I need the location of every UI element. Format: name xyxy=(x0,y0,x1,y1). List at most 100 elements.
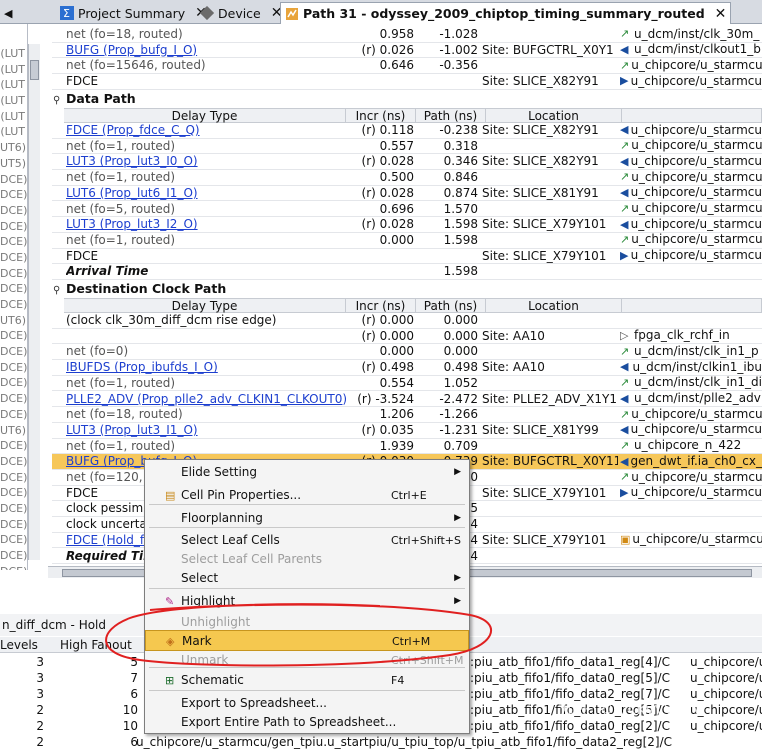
netlist-name[interactable]: u_chipcore/u_starmcu xyxy=(631,123,762,138)
collapse-icon[interactable]: ⚲ xyxy=(53,283,63,296)
netlist-cell[interactable]: ◀ u_dcm/inst/clkout1_b xyxy=(620,43,762,58)
netlist-name[interactable]: u_dcm/inst/clkout1_b xyxy=(634,43,761,58)
netlist-cell[interactable]: ◀ u_chipcore/u_starmcu xyxy=(620,423,762,438)
tab-scroll-left-button[interactable]: ◀ xyxy=(0,2,16,24)
netlist-name[interactable]: u_dcm/inst/clk_in1_di xyxy=(634,376,762,391)
delay-type-cell[interactable]: LUT3 (Prop_lut3_I1_O) xyxy=(66,423,346,438)
menu-item-schematic[interactable]: ⊞ Schematic F4 xyxy=(145,670,469,691)
netlist-name[interactable]: u_chipcore/u_starmcu xyxy=(631,423,762,438)
netlist-cell[interactable]: ↗ u_chipcore/u_starmcu xyxy=(620,58,762,73)
netlist-cell[interactable]: ↗ u_chipcore/u_starmcu xyxy=(620,233,762,248)
netlist-cell[interactable]: ↗ u_chipcore_n_422 xyxy=(620,439,762,454)
table-row[interactable]: Arrival Time 1.598 xyxy=(52,264,762,280)
netlist-cell[interactable]: ◀ gen_dwt_if.ia_ch0_cx_ xyxy=(620,454,762,469)
table-row[interactable]: (clock clk_30m_diff_dcm rise edge) (r) 0.… xyxy=(52,313,762,329)
tab-path-31[interactable]: Path 31 - odyssey_2009_chiptop_timing_su… xyxy=(280,2,732,24)
netlist-cell[interactable]: ◀ u_dcm/inst/clkin1_ibu xyxy=(620,360,762,375)
vertical-scrollbar[interactable] xyxy=(28,44,40,560)
netlist-cell[interactable]: ↗ u_chipcore/u_starmcu xyxy=(620,470,762,485)
netlist-cell[interactable]: ↗ u_chipcore/u_starmcu xyxy=(620,139,762,154)
netlist-cell[interactable]: ◀ u_dcm/inst/plle2_adv xyxy=(620,392,762,407)
netlist-name[interactable]: u_chipcore/u_starmcu xyxy=(631,249,762,264)
netlist-name[interactable]: u_chipcore/u_starmcu xyxy=(631,154,762,169)
netlist-cell[interactable]: ▶ u_chipcore/u_starmcu xyxy=(620,249,762,264)
delay-type-text[interactable]: LUT6 (Prop_lut6_I1_O) xyxy=(66,186,198,200)
netlist-name[interactable]: u_dcm/inst/clk_30m_ xyxy=(634,27,759,42)
netlist-name[interactable]: u_chipcore/u_starmcu xyxy=(631,470,762,485)
table-row[interactable]: net (fo=5, routed) 0.696 1.570 ↗ u_chipcore/… xyxy=(52,202,762,218)
netlist-name[interactable]: u_chipcore/u_starmcu xyxy=(631,486,762,501)
netlist-cell[interactable] xyxy=(620,501,762,516)
netlist-cell[interactable]: ▶ u_chipcore/u_starmcu xyxy=(620,486,762,501)
table-row[interactable]: LUT6 (Prop_lut6_I1_O) (r) 0.028 0.874 Site:… xyxy=(52,186,762,202)
table-row[interactable]: net (fo=1, routed) 0.557 0.318 ↗ u_chipcore/… xyxy=(52,139,762,155)
netlist-cell[interactable]: ◀ u_chipcore/u_starmcu xyxy=(620,186,762,201)
delay-type-text[interactable]: IBUFDS (Prop_ibufds_I_O) xyxy=(66,360,218,374)
column-header-delay-type[interactable]: Delay Type xyxy=(64,299,346,313)
section-title[interactable]: ⚲ Data Path xyxy=(52,91,762,107)
table-row[interactable]: LUT3 (Prop_lut3_I2_O) (r) 0.028 1.598 Site:… xyxy=(52,217,762,233)
netlist-name[interactable]: u_chipcore/u_starmcu xyxy=(631,139,762,154)
delay-type-text[interactable]: LUT3 (Prop_lut3_I0_O) xyxy=(66,154,198,168)
table-row[interactable]: net (fo=1, routed) 0.000 1.598 ↗ u_chipcore/… xyxy=(52,233,762,249)
netlist-cell[interactable] xyxy=(620,264,762,279)
delay-type-cell[interactable]: BUFG (Prop_bufg_I_O) xyxy=(66,43,346,58)
delay-type-cell[interactable]: PLLE2_ADV (Prop_plle2_adv_CLKIN1_CLKOUT0… xyxy=(66,392,346,407)
delay-type-text[interactable]: LUT3 (Prop_lut3_I2_O) xyxy=(66,217,198,231)
delay-type-text[interactable]: LUT3 (Prop_lut3_I1_O) xyxy=(66,423,198,437)
netlist-cell[interactable]: ▶ u_chipcore/u_starmcu xyxy=(620,74,762,89)
netlist-cell[interactable]: ↗ u_dcm/inst/clk_30m_ xyxy=(620,27,762,42)
menu-item-select-leaf-cells[interactable]: Select Leaf Cells Ctrl+Shift+S xyxy=(145,530,469,551)
table-row[interactable]: net (fo=18, routed) 0.958 -1.028 ↗ u_dcm/ins… xyxy=(52,27,762,43)
table-row[interactable]: BUFG (Prop_bufg_I_O) (r) 0.026 -1.002 Site:… xyxy=(52,43,762,59)
column-header-path[interactable]: Path (ns) xyxy=(416,109,486,123)
table-row[interactable]: (r) 0.000 0.000 Site: AA10 ▷ fpga_clk_rchf_i… xyxy=(52,329,762,345)
table-row[interactable]: net (fo=1, routed) 0.554 1.052 ↗ u_dcm/inst/… xyxy=(52,376,762,392)
netlist-cell[interactable]: ↗ u_dcm/inst/clk_in1_di xyxy=(620,376,762,391)
menu-item-highlight[interactable]: ✎ Highlight ▶ xyxy=(145,591,469,612)
netlist-name[interactable]: u_chipcore/u_starmcu xyxy=(632,533,762,548)
menu-item-export-entire-path-to-spreadsheet[interactable]: Export Entire Path to Spreadsheet... xyxy=(145,712,469,733)
netlist-name[interactable]: u_dcm/inst/plle2_adv xyxy=(634,392,761,407)
delay-type-text[interactable]: BUFG (Prop_bufg_I_O) xyxy=(66,43,197,57)
netlist-cell[interactable]: ↗ u_dcm/inst/clk_in1_p xyxy=(620,344,762,359)
table-row[interactable]: IBUFDS (Prop_ibufds_I_O) (r) 0.498 0.498 Si… xyxy=(52,360,762,376)
close-icon[interactable]: ✕ xyxy=(715,6,727,22)
netlist-cell[interactable] xyxy=(620,549,762,564)
column-header-delay-type[interactable]: Delay Type xyxy=(64,109,346,123)
table-row[interactable]: net (fo=1, routed) 0.500 0.846 ↗ u_chipcore/… xyxy=(52,170,762,186)
table-row[interactable]: net (fo=15646, routed) 0.646 -0.356 ↗ u_chip… xyxy=(52,58,762,75)
netlist-name[interactable]: u_chipcore/u_starmcu xyxy=(631,202,762,217)
table-row[interactable]: LUT3 (Prop_lut3_I0_O) (r) 0.028 0.346 Site:… xyxy=(52,154,762,171)
table-row[interactable]: FDCE Site: SLICE_X79Y101 ▶ u_chipcore/u_sta… xyxy=(52,249,762,265)
delay-type-text[interactable]: FDCE (Prop_fdce_C_Q) xyxy=(66,123,200,137)
netlist-name[interactable]: u_chipcore_n_422 xyxy=(634,439,741,454)
netlist-cell[interactable] xyxy=(620,517,762,532)
netlist-name[interactable]: u_dcm/inst/clk_in1_p xyxy=(634,344,759,359)
column-header-path[interactable]: Path (ns) xyxy=(416,299,486,313)
netlist-cell[interactable] xyxy=(620,313,762,328)
menu-item-floorplanning[interactable]: Floorplanning ▶ xyxy=(145,508,469,529)
netlist-name[interactable]: u_chipcore/u_starmcu xyxy=(631,407,762,422)
column-header-location[interactable]: Location xyxy=(486,299,622,313)
scrollbar-thumb[interactable] xyxy=(30,60,39,80)
table-row[interactable]: LUT3 (Prop_lut3_I1_O) (r) 0.035 -1.231 Site… xyxy=(52,423,762,439)
netlist-cell[interactable]: ◀ u_chipcore/u_starmcu xyxy=(620,217,762,232)
netlist-cell[interactable]: ↗ u_chipcore/u_starmcu xyxy=(620,407,762,422)
column-header-location[interactable]: Location xyxy=(486,109,622,123)
menu-item-export-to-spreadsheet[interactable]: Export to Spreadsheet... xyxy=(145,693,469,714)
table-row[interactable]: FDCE (Prop_fdce_C_Q) (r) 0.118 -0.238 Site:… xyxy=(52,123,762,139)
netlist-name[interactable]: fpga_clk_rchf_in xyxy=(634,329,730,344)
column-header-incr[interactable]: Incr (ns) xyxy=(346,109,416,123)
path-table-row[interactable]: 2 6 u_chipcore/u_starmcu/gen_tpiu.u_startp… xyxy=(0,734,762,750)
table-row[interactable]: net (fo=1, routed) 1.939 0.709 ↗ u_chipcore_… xyxy=(52,439,762,455)
netlist-name[interactable]: gen_dwt_if.ia_ch0_cx_ xyxy=(631,454,762,469)
netlist-name[interactable]: u_chipcore/u_starmcu xyxy=(631,170,762,185)
netlist-cell[interactable]: ↗ u_chipcore/u_starmcu xyxy=(620,170,762,185)
menu-item-cell-pin-properties[interactable]: ▤ Cell Pin Properties... Ctrl+E xyxy=(145,485,469,506)
table-row[interactable]: PLLE2_ADV (Prop_plle2_adv_CLKIN1_CLKOUT0… xyxy=(52,392,762,408)
delay-type-cell[interactable]: FDCE (Prop_fdce_C_Q) xyxy=(66,123,346,138)
menu-item-elide-setting[interactable]: Elide Setting ▶ xyxy=(145,462,469,483)
delay-type-text[interactable]: PLLE2_ADV (Prop_plle2_adv_CLKIN1_CLKOUT0… xyxy=(66,392,346,406)
delay-type-cell[interactable]: IBUFDS (Prop_ibufds_I_O) xyxy=(66,360,346,375)
